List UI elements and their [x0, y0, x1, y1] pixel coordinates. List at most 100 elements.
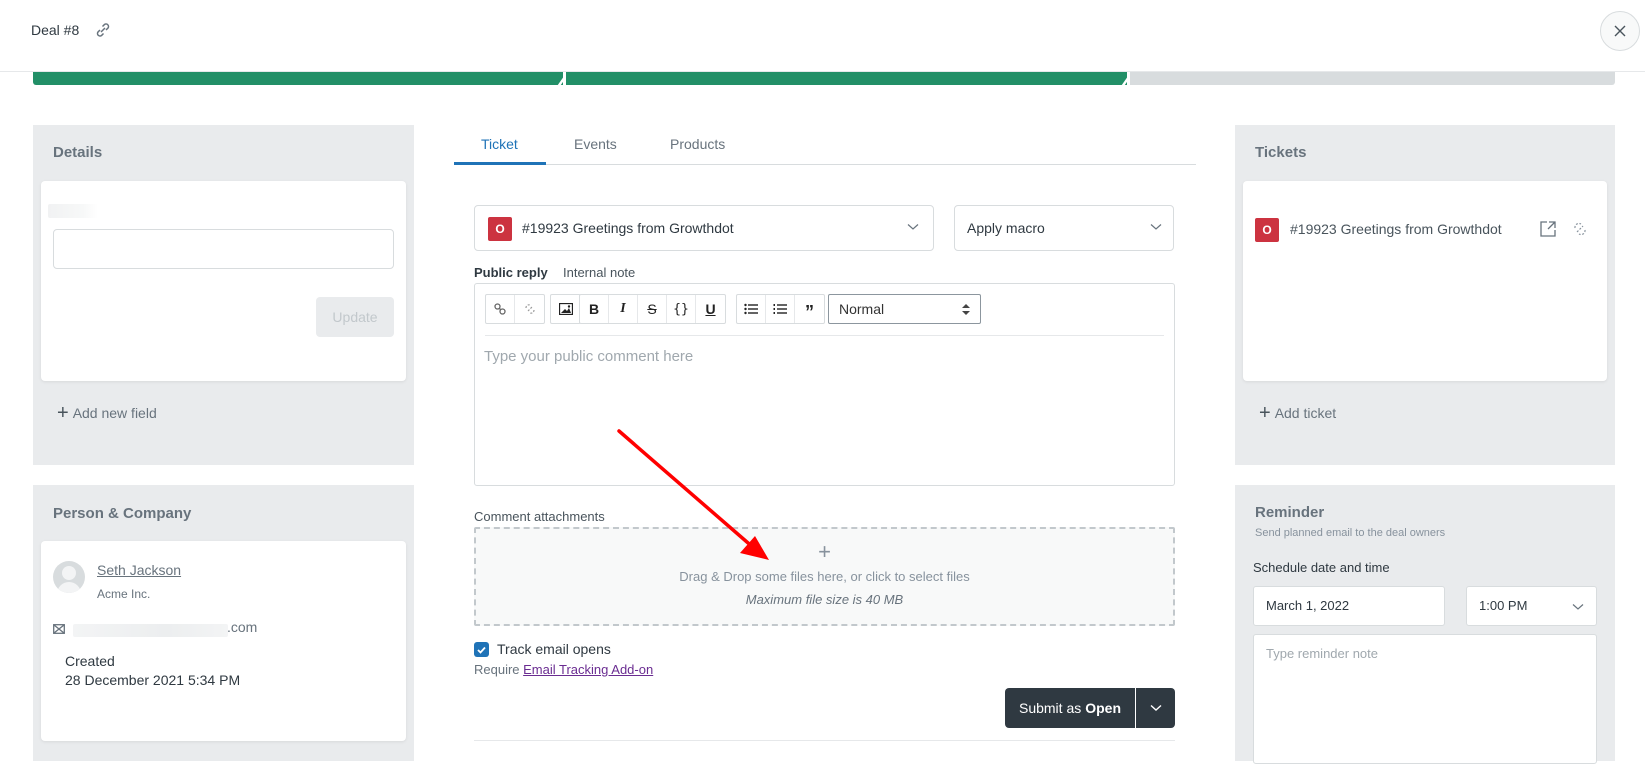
- detail-field-input[interactable]: [53, 229, 394, 269]
- require-prefix: Require: [474, 662, 524, 677]
- link-button[interactable]: [486, 295, 515, 323]
- tab-events[interactable]: Events: [574, 136, 617, 152]
- field-label-redacted: [48, 204, 98, 218]
- image-icon: [558, 303, 573, 315]
- comment-input[interactable]: Type your public comment here: [484, 348, 693, 365]
- public-reply-tab[interactable]: Public reply: [474, 265, 548, 280]
- active-tab-indicator: [454, 162, 546, 165]
- plus-icon: +: [1259, 402, 1271, 424]
- toolbar-group-media: [550, 294, 581, 324]
- link-icon: [494, 303, 506, 315]
- strikethrough-button[interactable]: S: [638, 295, 667, 323]
- toolbar-group-format: B I S {} U: [579, 294, 726, 324]
- close-button[interactable]: [1600, 11, 1640, 51]
- max-file-size-text: Maximum file size is 40 MB: [745, 592, 904, 607]
- strikethrough-icon: S: [647, 301, 657, 317]
- reminder-title: Reminder: [1255, 504, 1325, 521]
- tab-ticket[interactable]: Ticket: [481, 136, 518, 152]
- open-external-icon[interactable]: [1539, 220, 1559, 240]
- chevron-down-icon: [1572, 604, 1584, 610]
- toolbar-group-links: [485, 294, 545, 324]
- deal-title: Deal #8: [31, 22, 80, 38]
- track-email-checkbox[interactable]: [474, 642, 489, 657]
- details-panel: Details Update + Add new field: [33, 125, 414, 465]
- tickets-panel: Tickets O #19923 Greetings from Growthdo…: [1235, 125, 1615, 465]
- schedule-label: Schedule date and time: [1253, 560, 1390, 575]
- tab-products[interactable]: Products: [670, 136, 725, 152]
- italic-icon: I: [620, 301, 626, 316]
- dropzone-text: Drag & Drop some files here, or click to…: [679, 569, 970, 584]
- link-icon[interactable]: [93, 20, 113, 40]
- tickets-title: Tickets: [1255, 144, 1307, 161]
- add-ticket-link[interactable]: + Add ticket: [1259, 402, 1337, 424]
- header-bar: Deal #8: [0, 0, 1645, 72]
- apply-macro-select[interactable]: Apply macro: [954, 205, 1174, 251]
- quote-icon: ”: [805, 302, 814, 322]
- file-dropzone[interactable]: + Drag & Drop some files here, or click …: [474, 527, 1175, 626]
- quote-button[interactable]: ”: [795, 295, 824, 323]
- track-email-label: Track email opens: [497, 641, 611, 657]
- toolbar-divider: [485, 335, 1164, 336]
- envelope-icon: [53, 621, 65, 639]
- code-icon: {}: [673, 301, 689, 317]
- divider: [474, 740, 1175, 741]
- ticket-status-badge: O: [1255, 218, 1279, 242]
- email-tracking-addon-link[interactable]: Email Tracking Add-on: [523, 662, 653, 677]
- person-company-title: Person & Company: [53, 505, 192, 522]
- close-icon: [1614, 25, 1626, 37]
- bullet-list-button[interactable]: [737, 295, 766, 323]
- reminder-subtitle: Send planned email to the deal owners: [1255, 527, 1446, 539]
- ticket-status-badge: O: [488, 217, 512, 241]
- code-button[interactable]: {}: [667, 295, 696, 323]
- ticket-title[interactable]: #19923 Greetings from Growthdot: [1290, 221, 1502, 237]
- unlink-button[interactable]: [515, 295, 544, 323]
- ticket-select[interactable]: O #19923 Greetings from Growthdot: [474, 205, 934, 251]
- main-tabs: Ticket Events Products: [454, 130, 1196, 165]
- submit-button[interactable]: Submit as Open: [1005, 688, 1135, 728]
- plus-icon: +: [57, 402, 69, 424]
- plus-icon: +: [818, 539, 831, 564]
- details-card: Update: [41, 181, 406, 381]
- pipeline-stage-1[interactable]: [33, 72, 563, 85]
- require-addon-text: Require Email Tracking Add-on: [474, 662, 653, 677]
- numbered-list-button[interactable]: [766, 295, 795, 323]
- unlink-icon: [524, 304, 535, 314]
- chevron-down-icon: [1150, 224, 1162, 230]
- pipeline-stage-3[interactable]: [1130, 72, 1615, 85]
- add-new-field-label: Add new field: [72, 405, 157, 421]
- add-new-field-link[interactable]: + Add new field: [57, 402, 157, 424]
- bold-icon: B: [588, 301, 600, 317]
- unlink-icon[interactable]: [1571, 220, 1591, 240]
- internal-note-tab[interactable]: Internal note: [563, 265, 635, 280]
- person-card: Seth Jackson Acme Inc. .com Created 28 D…: [41, 541, 406, 741]
- update-button[interactable]: Update: [316, 297, 394, 337]
- add-ticket-label: Add ticket: [1274, 405, 1337, 421]
- deal-pipeline-progress: [33, 72, 1615, 85]
- tickets-card: O #19923 Greetings from Growthdot: [1243, 181, 1607, 381]
- person-company-panel: Person & Company Seth Jackson Acme Inc. …: [33, 485, 414, 761]
- email-redacted: [73, 624, 228, 637]
- reminder-date-input[interactable]: March 1, 2022: [1253, 586, 1445, 626]
- bullet-list-icon: [744, 303, 758, 315]
- reminder-date-value: March 1, 2022: [1266, 598, 1350, 613]
- pipeline-stage-2[interactable]: [566, 72, 1127, 85]
- heading-style-select[interactable]: Normal: [828, 294, 981, 324]
- created-label: Created: [65, 653, 115, 669]
- submit-prefix: Submit as: [1018, 700, 1082, 716]
- underline-icon: U: [705, 301, 716, 317]
- italic-button[interactable]: I: [609, 295, 638, 323]
- reminder-time-value: 1:00 PM: [1479, 598, 1528, 613]
- image-button[interactable]: [551, 295, 580, 323]
- underline-button[interactable]: U: [696, 295, 725, 323]
- avatar: [53, 561, 85, 593]
- apply-macro-label: Apply macro: [967, 220, 1045, 236]
- bold-button[interactable]: B: [580, 295, 609, 323]
- submit-options-button[interactable]: [1136, 688, 1175, 728]
- created-value: 28 December 2021 5:34 PM: [65, 672, 241, 688]
- ticket-select-value: #19923 Greetings from Growthdot: [522, 220, 734, 236]
- company-name: Acme Inc.: [97, 587, 151, 601]
- comment-editor: B I S {} U ” Normal Type your public com…: [474, 283, 1175, 486]
- reminder-time-select[interactable]: 1:00 PM: [1466, 586, 1597, 626]
- reminder-note-input[interactable]: Type reminder note: [1253, 634, 1597, 764]
- person-name-link[interactable]: Seth Jackson: [97, 562, 181, 578]
